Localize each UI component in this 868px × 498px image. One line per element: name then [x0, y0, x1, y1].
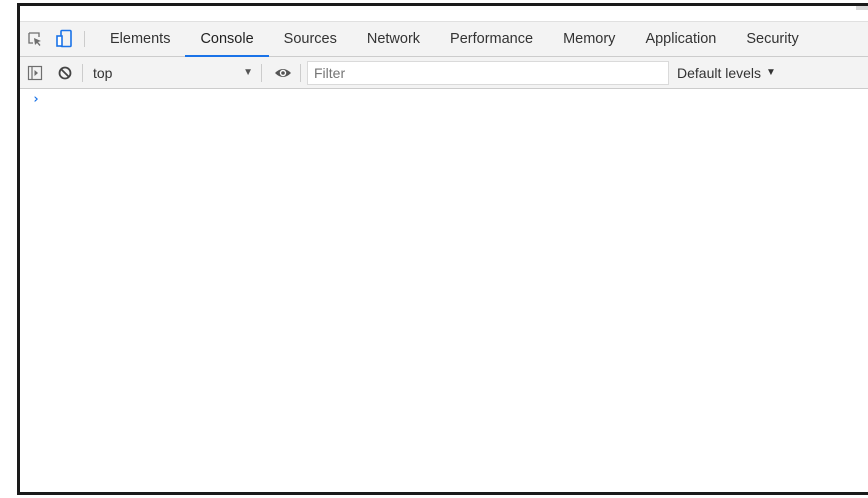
- window-top-edge: [20, 6, 868, 21]
- devtools-window: Elements Console Sources Network Perform…: [17, 3, 868, 495]
- tab-elements[interactable]: Elements: [95, 22, 185, 56]
- tab-bar-separator: [84, 31, 85, 47]
- devtools-tab-bar: Elements Console Sources Network Perform…: [20, 21, 868, 57]
- levels-label: Default levels: [677, 64, 762, 81]
- toolbar-separator: [82, 63, 83, 82]
- log-levels-dropdown[interactable]: Default levels ▼: [677, 65, 776, 81]
- show-sidebar-icon[interactable]: [20, 57, 50, 89]
- tab-label: Console: [200, 31, 254, 47]
- tab-console[interactable]: Console: [185, 22, 269, 57]
- tab-network[interactable]: Network: [352, 22, 435, 56]
- tab-label: Memory: [563, 31, 616, 47]
- console-output[interactable]: ›: [20, 89, 868, 489]
- window-corner: [856, 6, 868, 10]
- toolbar-separator: [261, 63, 262, 82]
- tab-label: Network: [366, 31, 421, 47]
- prompt-chevron-icon: ›: [32, 91, 40, 107]
- tab-label: Security: [746, 31, 799, 47]
- levels-caret-icon: ▼: [766, 67, 776, 78]
- tab-application[interactable]: Application: [630, 22, 731, 56]
- tab-label: Sources: [283, 31, 337, 47]
- console-toolbar: top ▼ Default levels ▼: [20, 57, 868, 89]
- tab-sources[interactable]: Sources: [269, 22, 352, 56]
- filter-input[interactable]: [307, 60, 669, 85]
- execution-context-select[interactable]: top ▼: [89, 60, 259, 86]
- tab-performance[interactable]: Performance: [435, 22, 548, 56]
- toolbar-separator: [300, 63, 301, 82]
- tab-security[interactable]: Security: [731, 22, 813, 56]
- inspect-element-icon[interactable]: [20, 22, 50, 56]
- dropdown-arrow-icon: ▼: [243, 67, 253, 78]
- tab-label: Performance: [450, 31, 534, 47]
- context-value: top: [93, 64, 113, 81]
- device-toolbar-icon[interactable]: [50, 22, 80, 56]
- live-expression-icon[interactable]: [268, 57, 298, 89]
- tab-label: Elements: [110, 31, 171, 47]
- tab-label: Application: [645, 31, 717, 47]
- console-prompt[interactable]: ›: [20, 89, 868, 109]
- clear-console-icon[interactable]: [50, 57, 80, 89]
- tab-memory[interactable]: Memory: [548, 22, 630, 56]
